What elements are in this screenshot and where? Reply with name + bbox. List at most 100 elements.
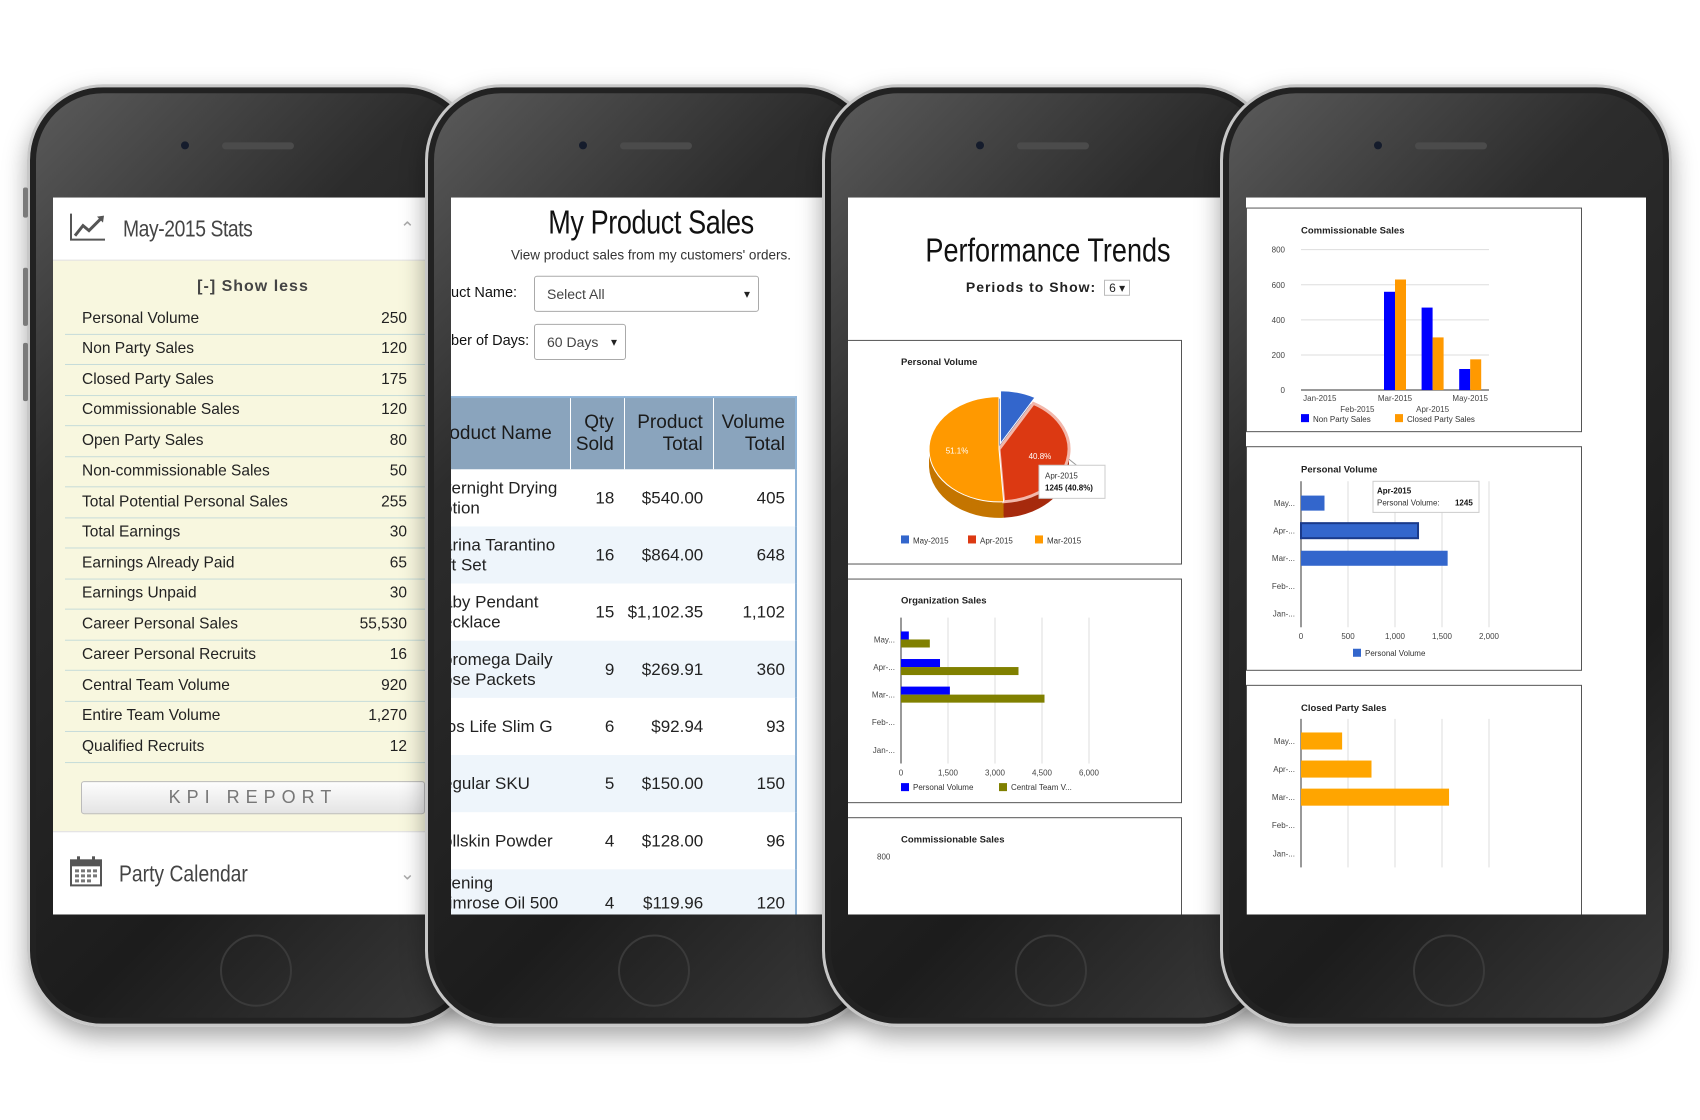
cell-total: $150.00 (624, 755, 714, 813)
stat-value: 120 (381, 401, 407, 419)
x-tick-label: 1,500 (1432, 632, 1453, 641)
tooltip-title: Apr-2015 (1045, 471, 1078, 480)
stat-row: Central Team Volume 920 (65, 671, 441, 702)
comm-sales-tick: 800 (877, 852, 891, 862)
cell-qty: 5 (570, 755, 625, 813)
trends-title: Performance Trends (925, 231, 1171, 269)
speaker (620, 142, 692, 150)
cell-total: $269.91 (624, 640, 714, 698)
x-tick-label: 6,000 (1079, 769, 1100, 778)
col-product-name[interactable]: roduct Name (451, 397, 571, 470)
table-row[interactable]: aby Pendantecklace 15 $1,102.35 1,102 (451, 584, 796, 641)
chevron-down-icon[interactable]: ⌄ (400, 863, 415, 884)
commissionable-card: Commissionable Sales 0 200 400 600 800 Jan-20… (1246, 207, 1582, 433)
table-row[interactable]: egular SKU 5 $150.00 150 (451, 755, 796, 813)
stat-value: 80 (389, 431, 407, 449)
calendar-icon (69, 855, 103, 892)
stat-row: Non Party Sales 120 (65, 334, 441, 365)
y-tick-label: Apr-... (1273, 527, 1295, 536)
product-sales-table: roduct Name Qty Sold Product Total Volume T… (451, 396, 797, 915)
stat-row: Non-commissionable Sales 50 (65, 457, 441, 488)
stats-title: May-2015 Stats (123, 215, 253, 242)
days-select[interactable]: 60 Days (534, 323, 626, 360)
stat-row: Career Personal Sales 55,530 (65, 610, 441, 641)
days-label: ber of Days: (451, 332, 530, 349)
stat-row: Qualified Recruits 12 (65, 732, 441, 763)
col-product-total[interactable]: Product Total (624, 397, 714, 470)
y-tick-label: 200 (1272, 351, 1286, 360)
chevron-up-icon[interactable]: ⌃ (400, 218, 415, 239)
phone-frame-charts: Commissionable Sales 0 200 400 600 800 Jan-20… (1220, 84, 1672, 1027)
closed-party-card: Closed Party Sales May... Apr-... Mar-... F… (1246, 684, 1582, 915)
y-tick-label: Feb-... (1272, 582, 1295, 591)
table-row[interactable]: ollskin Powder 4 $128.00 96 (451, 812, 796, 869)
cell-qty: 15 (595, 602, 615, 622)
party-calendar-header[interactable]: Party Calendar ⌄ (53, 831, 453, 915)
legend-swatch (901, 535, 909, 544)
stat-label: Central Team Volume (82, 676, 230, 694)
stats-body: [-] Show less Personal Volume 250 Non Part… (53, 260, 453, 832)
bar-Closed Party Sales-Mar (1301, 788, 1450, 806)
cell-total: $119.96 (624, 869, 714, 915)
x-tick-label: 1,500 (938, 769, 959, 778)
bar-Non Party Sales (1421, 307, 1433, 391)
bar-Closed Party Sales-May (1301, 732, 1343, 750)
home-button (618, 934, 690, 1007)
stats-header[interactable]: May-2015 Stats ⌃ (53, 198, 453, 261)
y-tick-label: Apr-... (873, 663, 895, 672)
speaker (222, 142, 294, 150)
show-less-toggle[interactable]: [-] Show less (65, 278, 441, 296)
closed-party-chart: May... Apr-... Mar-... Feb-... Jan-... (1272, 718, 1490, 868)
speaker (1017, 142, 1089, 150)
col-qty-sold[interactable]: Qty Sold (570, 397, 625, 470)
cell-volume: 93 (766, 716, 785, 736)
trend-chart-icon (69, 211, 107, 246)
bar-Closed Party Sales (1395, 279, 1406, 391)
product-select[interactable]: Select All (534, 275, 759, 312)
stat-row: Career Personal Recruits 16 (65, 640, 441, 671)
legend-label: Closed Party Sales (1407, 415, 1475, 424)
y-tick-label: Jan-... (1273, 609, 1295, 618)
cell-product-name: veningrimrose Oil 500g (451, 869, 571, 915)
table-row[interactable]: oromega Daily ose Packets 9 $269.91 360 (451, 640, 796, 698)
y-tick-label: May... (874, 635, 895, 644)
commissionable-chart: 0 200 400 600 800 Jan-2015Feb-2015Mar-2015Apr… (1272, 246, 1489, 424)
table-row[interactable]: vernight Dryingotion 18 $540.00 405 (451, 469, 796, 526)
periods-select[interactable]: 6 ▾ (1104, 279, 1131, 296)
cell-total: $864.00 (624, 526, 714, 584)
y-tick-label: 0 (1281, 386, 1286, 395)
cell-total: $92.94 (651, 716, 704, 736)
stat-value: 1,270 (368, 707, 407, 725)
phone-frame-stats: May-2015 Stats ⌃ [-] Show less Personal … (23, 84, 479, 1027)
kpi-report-button[interactable]: KPI REPORT (81, 780, 425, 814)
col-volume-total[interactable]: Volume Total (713, 397, 797, 470)
cell-volume: 648 (713, 526, 796, 584)
stat-row: Total Potential Personal Sales 255 (65, 487, 441, 518)
stat-row: Earnings Already Paid 65 (65, 548, 441, 580)
stat-value: 55,530 (359, 615, 407, 633)
y-tick-label: Apr-... (1273, 765, 1295, 774)
cell-qty: 9 (570, 640, 625, 698)
table-row[interactable]: ios Life Slim G 6 $92.94 93 (451, 698, 796, 755)
cell-volume: 1,102 (742, 602, 785, 622)
cell-qty: 16 (570, 526, 625, 584)
stat-value: 120 (381, 340, 407, 358)
legend-swatch (1353, 648, 1361, 657)
bar-Personal Volume-Mar (901, 686, 950, 695)
pie-tooltip (1038, 464, 1106, 499)
bar-Personal Volume-Apr (901, 659, 941, 668)
cell-product-name: egular SKU (451, 755, 571, 813)
cell-qty: 18 (595, 487, 615, 507)
camera (975, 140, 985, 151)
tooltip-value: 1245 (1455, 498, 1473, 507)
camera (180, 140, 190, 151)
stat-row: Earnings Unpaid 30 (65, 579, 441, 610)
y-tick-label: Mar-... (872, 691, 895, 700)
table-row[interactable]: veningrimrose Oil 500g4$119.96120 (451, 869, 796, 915)
table-row[interactable]: arina Tarantinoift Set16$864.00648 (451, 526, 796, 584)
stat-label: Open Party Sales (82, 431, 204, 449)
cell-product-name: oromega Daily ose Packets (451, 640, 571, 698)
legend-swatch (901, 783, 909, 792)
bar-Central Team V...-Mar (901, 694, 1045, 703)
speaker (1415, 142, 1487, 150)
